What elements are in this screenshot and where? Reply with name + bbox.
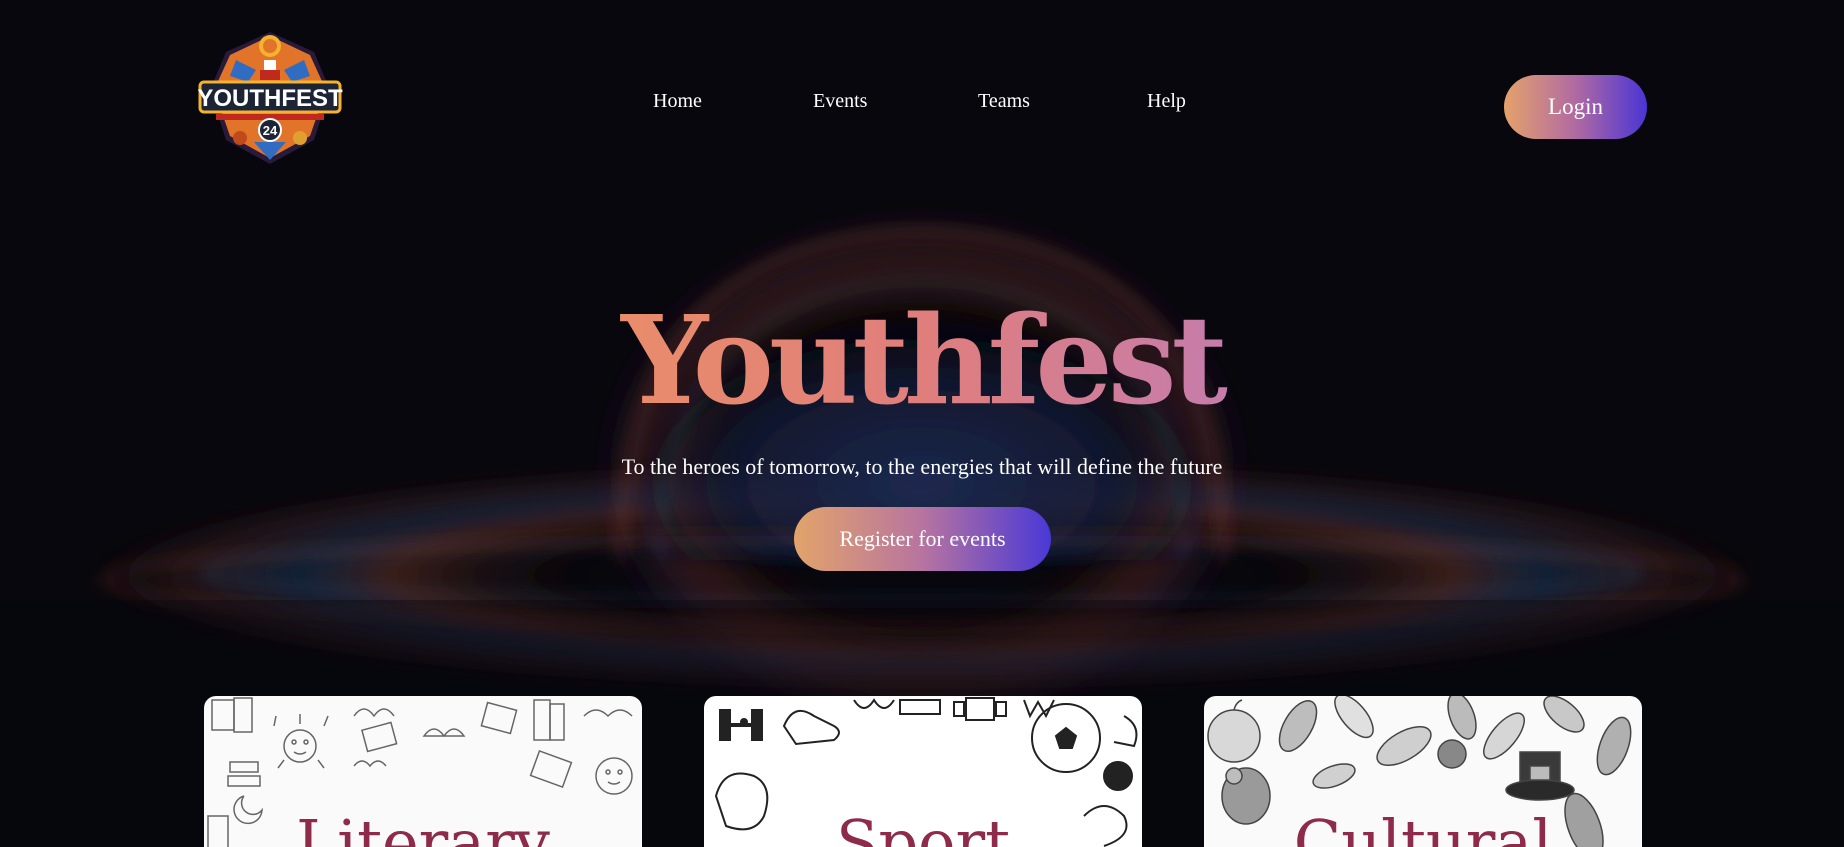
card-title: Literary xyxy=(296,806,550,847)
nav-item-help[interactable]: Help xyxy=(1147,88,1186,114)
login-button[interactable]: Login xyxy=(1504,75,1647,139)
card-title: Sport xyxy=(835,806,1011,847)
register-events-button[interactable]: Register for events xyxy=(794,507,1051,571)
logo-badge: 24 xyxy=(263,123,278,138)
hero-subtitle: To the heroes of tomorrow, to the energi… xyxy=(621,454,1223,479)
nav-item-events[interactable]: Events xyxy=(813,88,867,114)
hero-title: Youthfest xyxy=(0,285,1844,435)
page: YOUTHFEST 24 Home Events Teams Help Logi… xyxy=(0,0,1844,847)
category-card-cultural[interactable]: Cultural xyxy=(1204,696,1642,847)
card-title: Cultural xyxy=(1293,806,1553,847)
nav-item-teams[interactable]: Teams xyxy=(978,88,1030,114)
category-card-literary[interactable]: Literary xyxy=(204,696,642,847)
category-card-sport[interactable]: Sport xyxy=(704,696,1142,847)
nav-item-home[interactable]: Home xyxy=(653,88,702,114)
